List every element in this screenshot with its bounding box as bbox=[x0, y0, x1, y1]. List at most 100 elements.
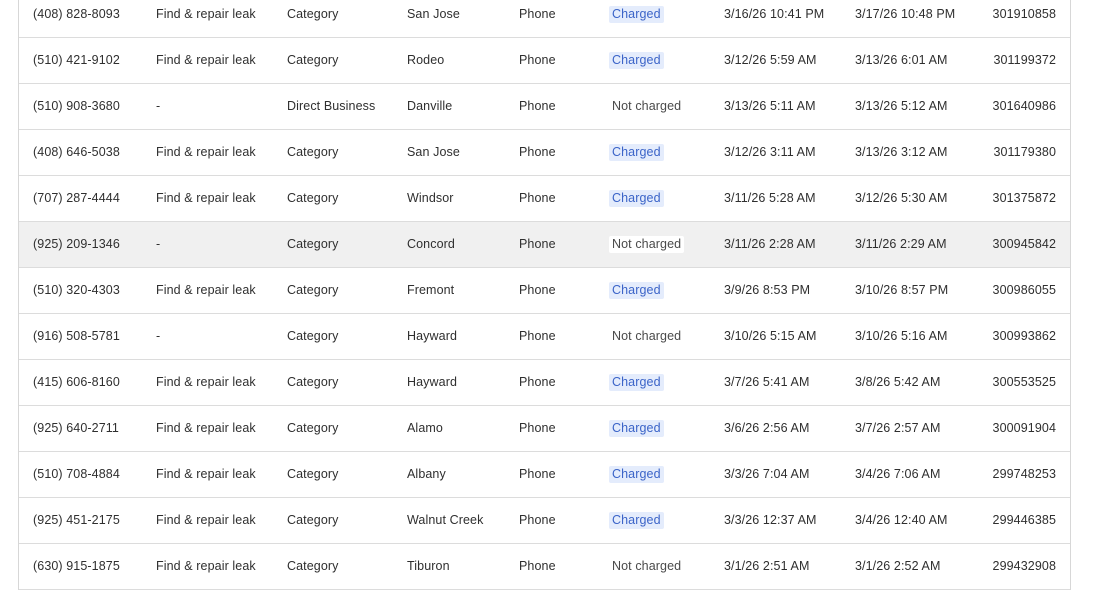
source-cell: Phone bbox=[519, 7, 556, 21]
leads-table-view: (408) 828-8093 Find & repair leak Category… bbox=[0, 0, 1100, 601]
job-reason-cell: - bbox=[156, 329, 161, 343]
job-reason-cell: Find & repair leak bbox=[156, 513, 256, 527]
source-cell: Phone bbox=[519, 559, 556, 573]
table-row[interactable]: (925) 451-2175 Find & repair leak Category… bbox=[19, 498, 1070, 544]
charge-status-cell: Charged bbox=[609, 268, 664, 313]
table-row[interactable]: (510) 421-9102 Find & repair leak Category… bbox=[19, 38, 1070, 84]
job-reason-cell: Find & repair leak bbox=[156, 145, 256, 159]
end-time-cell: 3/1/26 2:52 AM bbox=[855, 559, 941, 573]
start-time-cell: 3/16/26 10:41 PM bbox=[724, 7, 825, 21]
charge-status-cell: Charged bbox=[609, 360, 664, 405]
start-time-cell: 3/7/26 5:41 AM bbox=[724, 375, 810, 389]
charge-status-badge: Not charged bbox=[609, 236, 685, 253]
table-row[interactable]: (925) 209-1346 - Category Concord Phone Not c… bbox=[19, 222, 1070, 268]
city-cell: Windsor bbox=[407, 191, 454, 205]
job-reason-cell: - bbox=[156, 237, 161, 251]
end-time-cell: 3/11/26 2:29 AM bbox=[855, 237, 947, 251]
start-time-cell: 3/12/26 3:11 AM bbox=[724, 145, 816, 159]
city-cell: Hayward bbox=[407, 375, 458, 389]
end-time-cell: 3/12/26 5:30 AM bbox=[855, 191, 948, 205]
charge-status-badge: Not charged bbox=[612, 329, 682, 343]
table-row[interactable]: (415) 606-8160 Find & repair leak Category… bbox=[19, 360, 1070, 406]
lead-type-cell: Category bbox=[287, 237, 339, 251]
lead-type-cell: Category bbox=[287, 145, 339, 159]
source-cell: Phone bbox=[519, 421, 556, 435]
table-row[interactable]: (408) 828-8093 Find & repair leak Category… bbox=[19, 0, 1070, 38]
end-time-cell: 3/13/26 6:01 AM bbox=[855, 53, 948, 67]
city-cell: Tiburon bbox=[407, 559, 450, 573]
end-time-cell: 3/13/26 3:12 AM bbox=[855, 145, 948, 159]
charge-status-badge: Not charged bbox=[612, 99, 682, 113]
lead-type-cell: Category bbox=[287, 53, 339, 67]
lead-id-cell: 299446385 bbox=[992, 513, 1056, 527]
city-cell: San Jose bbox=[407, 145, 460, 159]
city-cell: Alamo bbox=[407, 421, 443, 435]
job-reason-cell: Find & repair leak bbox=[156, 283, 256, 297]
charge-status-badge: Charged bbox=[609, 374, 664, 391]
table-row[interactable]: (916) 508-5781 - Category Hayward Phone Not c… bbox=[19, 314, 1070, 360]
table-row[interactable]: (510) 908-3680 - Direct Business Danville Ph… bbox=[19, 84, 1070, 130]
source-cell: Phone bbox=[519, 375, 556, 389]
job-reason-cell: - bbox=[156, 99, 161, 113]
city-cell: Danville bbox=[407, 99, 453, 113]
charge-status-cell: Not charged bbox=[609, 222, 685, 267]
source-cell: Phone bbox=[519, 237, 556, 251]
end-time-cell: 3/10/26 8:57 PM bbox=[855, 283, 949, 297]
charge-status-cell: Charged bbox=[609, 38, 664, 83]
charge-status-cell: Charged bbox=[609, 498, 664, 543]
caller-phone-cell: (408) 646-5038 bbox=[33, 145, 120, 159]
charge-status-cell: Charged bbox=[609, 452, 664, 497]
caller-phone-cell: (707) 287-4444 bbox=[33, 191, 120, 205]
source-cell: Phone bbox=[519, 53, 556, 67]
city-cell: Walnut Creek bbox=[407, 513, 484, 527]
city-cell: Fremont bbox=[407, 283, 455, 297]
table-row[interactable]: (408) 646-5038 Find & repair leak Category… bbox=[19, 130, 1070, 176]
lead-id-cell: 300945842 bbox=[992, 237, 1056, 251]
charge-status-badge: Charged bbox=[609, 420, 664, 437]
end-time-cell: 3/17/26 10:48 PM bbox=[855, 7, 956, 21]
lead-id-cell: 300986055 bbox=[992, 283, 1056, 297]
table-row[interactable]: (510) 708-4884 Find & repair leak Category… bbox=[19, 452, 1070, 498]
charge-status-cell: Charged bbox=[609, 0, 664, 37]
lead-id-cell: 301199372 bbox=[993, 53, 1056, 67]
start-time-cell: 3/10/26 5:15 AM bbox=[724, 329, 817, 343]
table-row[interactable]: (630) 915-1875 Find & repair leak Category… bbox=[19, 544, 1070, 590]
lead-id-cell: 301179380 bbox=[993, 145, 1056, 159]
lead-id-cell: 301640986 bbox=[992, 99, 1056, 113]
start-time-cell: 3/13/26 5:11 AM bbox=[724, 99, 816, 113]
lead-type-cell: Category bbox=[287, 283, 339, 297]
lead-type-cell: Category bbox=[287, 375, 339, 389]
end-time-cell: 3/7/26 2:57 AM bbox=[855, 421, 941, 435]
end-time-cell: 3/4/26 12:40 AM bbox=[855, 513, 948, 527]
caller-phone-cell: (925) 451-2175 bbox=[33, 513, 120, 527]
table-row[interactable]: (510) 320-4303 Find & repair leak Category… bbox=[19, 268, 1070, 314]
start-time-cell: 3/1/26 2:51 AM bbox=[724, 559, 810, 573]
end-time-cell: 3/4/26 7:06 AM bbox=[855, 467, 941, 481]
charge-status-badge: Charged bbox=[609, 6, 664, 23]
job-reason-cell: Find & repair leak bbox=[156, 375, 256, 389]
charge-status-badge: Not charged bbox=[612, 559, 682, 573]
table-row[interactable]: (707) 287-4444 Find & repair leak Category… bbox=[19, 176, 1070, 222]
source-cell: Phone bbox=[519, 467, 556, 481]
charge-status-cell: Not charged bbox=[609, 314, 684, 359]
source-cell: Phone bbox=[519, 283, 556, 297]
caller-phone-cell: (415) 606-8160 bbox=[33, 375, 120, 389]
charge-status-cell: Charged bbox=[609, 130, 664, 175]
start-time-cell: 3/6/26 2:56 AM bbox=[724, 421, 810, 435]
lead-type-cell: Category bbox=[287, 467, 339, 481]
source-cell: Phone bbox=[519, 329, 556, 343]
start-time-cell: 3/9/26 8:53 PM bbox=[724, 283, 811, 297]
job-reason-cell: Find & repair leak bbox=[156, 53, 256, 67]
start-time-cell: 3/3/26 12:37 AM bbox=[724, 513, 817, 527]
lead-type-cell: Category bbox=[287, 329, 339, 343]
city-cell: Albany bbox=[407, 467, 446, 481]
job-reason-cell: Find & repair leak bbox=[156, 191, 256, 205]
table-row[interactable]: (925) 640-2711 Find & repair leak Category… bbox=[19, 406, 1070, 452]
caller-phone-cell: (510) 320-4303 bbox=[33, 283, 120, 297]
charge-status-badge: Charged bbox=[609, 512, 664, 529]
source-cell: Phone bbox=[519, 145, 556, 159]
caller-phone-cell: (630) 915-1875 bbox=[33, 559, 120, 573]
lead-type-cell: Direct Business bbox=[287, 99, 376, 113]
lead-type-cell: Category bbox=[287, 191, 339, 205]
lead-id-cell: 299748253 bbox=[992, 467, 1056, 481]
